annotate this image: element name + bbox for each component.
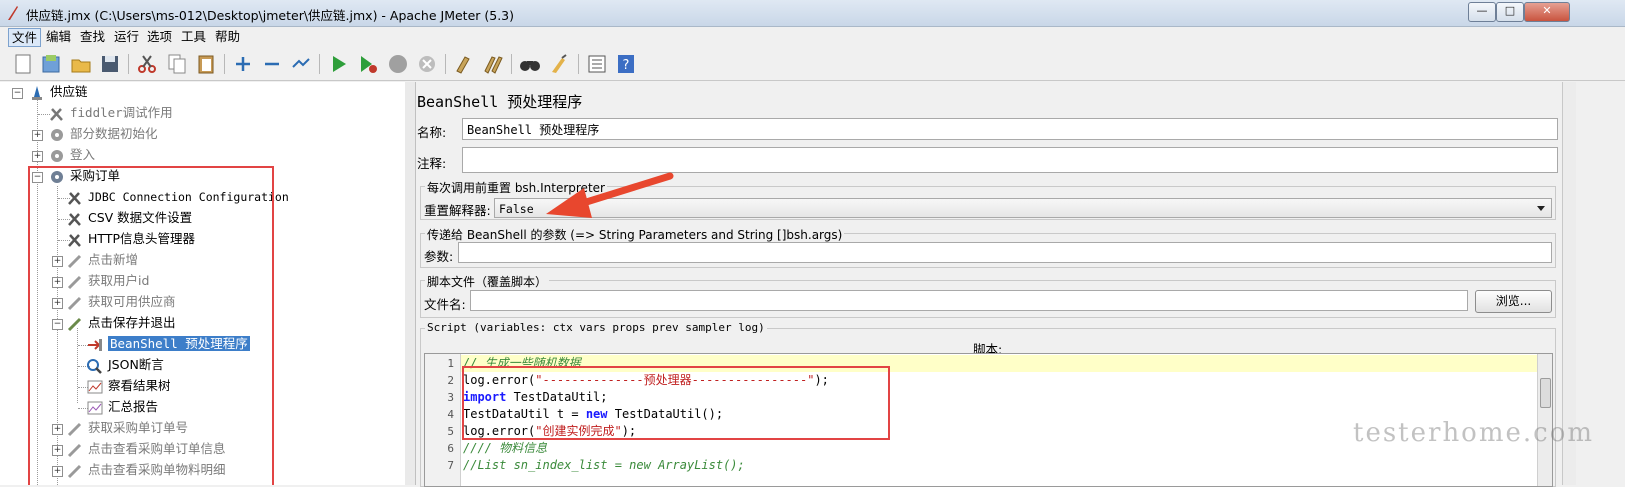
editor-scroll-thumb[interactable] <box>1540 378 1551 408</box>
line-number: 4 <box>447 408 454 421</box>
tree-node-login[interactable]: 登入 <box>48 145 95 165</box>
collapse-icon[interactable] <box>261 53 283 75</box>
clear-icon[interactable] <box>453 53 475 75</box>
wrench-icon <box>50 107 63 121</box>
menu-file[interactable]: 文件 <box>8 28 42 47</box>
line-number: 7 <box>447 459 454 472</box>
tree-scrollbar[interactable] <box>405 82 416 485</box>
file-input[interactable] <box>470 290 1468 311</box>
toolbar: ? <box>0 48 1625 81</box>
tree-node-fiddler[interactable]: fiddler调试作用 <box>48 103 173 123</box>
line-number: 5 <box>447 425 454 438</box>
test-plan-icon <box>32 85 42 100</box>
menu-edit[interactable]: 编辑 <box>43 28 74 45</box>
annotation-box-tree <box>28 166 274 485</box>
params-group-title: 传递给 BeanShell 的参数 (=> String Parameters … <box>425 226 845 243</box>
close-button[interactable]: ✕ <box>1524 2 1570 22</box>
open-icon[interactable] <box>70 53 92 75</box>
paste-icon[interactable] <box>195 53 217 75</box>
name-label: 名称: <box>417 125 447 140</box>
jmeter-feather-icon <box>8 6 18 20</box>
line-number-gutter: 1 2 3 4 5 6 7 <box>425 354 461 486</box>
gear-icon <box>51 149 63 162</box>
file-group-title: 脚本文件（覆盖脚本） <box>425 273 550 290</box>
code-line-7: //List sn_index_list = new ArrayList(); <box>463 458 745 472</box>
cut-icon[interactable] <box>136 53 158 75</box>
annotation-box-code <box>462 366 890 440</box>
toggle-icon[interactable] <box>290 53 312 75</box>
menu-help[interactable]: 帮助 <box>212 28 243 45</box>
code-line-6: //// 物料信息 <box>463 441 548 455</box>
line-number: 2 <box>447 374 454 387</box>
expander-root[interactable]: − <box>12 88 23 99</box>
minimize-button[interactable]: — <box>1468 2 1496 22</box>
search-icon[interactable] <box>519 53 541 75</box>
clear-all-icon[interactable] <box>482 53 504 75</box>
menu-bar: 文件 编辑 查找 运行 选项 工具 帮助 <box>0 27 1625 47</box>
tree-node-data-init[interactable]: 部分数据初始化 <box>48 124 158 144</box>
menu-tools[interactable]: 工具 <box>178 28 209 45</box>
window-title: 供应链.jmx (C:\Users\ms-012\Desktop\jmeter\… <box>26 8 515 23</box>
stop-icon[interactable] <box>387 53 409 75</box>
expand-icon[interactable] <box>232 53 254 75</box>
copy-icon[interactable] <box>166 53 188 75</box>
watermark: testerhome.com <box>1353 418 1595 448</box>
title-bar: 供应链.jmx (C:\Users\ms-012\Desktop\jmeter\… <box>0 0 1625 27</box>
line-number: 1 <box>447 357 454 370</box>
start-icon[interactable] <box>328 53 350 75</box>
shutdown-icon[interactable] <box>416 53 438 75</box>
save-icon[interactable] <box>99 53 121 75</box>
menu-run[interactable]: 运行 <box>111 28 142 45</box>
name-input[interactable]: BeanShell 预处理程序 <box>462 118 1558 140</box>
annotation-arrow-icon <box>546 172 674 218</box>
comment-label: 注释: <box>417 156 447 171</box>
maximize-button[interactable]: □ <box>1496 2 1524 22</box>
expander-init[interactable]: + <box>32 130 43 141</box>
params-input[interactable] <box>458 242 1552 263</box>
menu-search[interactable]: 查找 <box>77 28 108 45</box>
svg-text:?: ? <box>623 58 630 73</box>
panel-title: BeanShell 预处理程序 <box>417 93 583 111</box>
script-group-title: Script (variables: ctx vars props prev s… <box>425 321 767 334</box>
gear-icon <box>51 128 63 141</box>
templates-icon[interactable] <box>40 53 62 75</box>
menu-options[interactable]: 选项 <box>144 28 175 45</box>
help-icon[interactable]: ? <box>615 53 637 75</box>
line-number: 3 <box>447 391 454 404</box>
line-number: 6 <box>447 442 454 455</box>
tree-node-root[interactable]: 供应链 <box>28 82 88 102</box>
function-helper-icon[interactable] <box>586 53 608 75</box>
new-icon[interactable] <box>12 53 34 75</box>
reset-label: 重置解释器: <box>424 203 491 218</box>
params-label: 参数: <box>424 249 454 264</box>
chevron-down-icon <box>1537 206 1545 211</box>
test-plan-tree[interactable]: − 供应链 fiddler调试作用 + 部分数据初始化 + 登入 − 采购订单 … <box>0 82 406 485</box>
file-label: 文件名: <box>424 297 466 312</box>
reset-search-icon[interactable] <box>548 53 570 75</box>
browse-button[interactable]: 浏览... <box>1475 290 1552 313</box>
expander-login[interactable]: + <box>32 151 43 162</box>
start-no-pause-icon[interactable] <box>357 53 379 75</box>
